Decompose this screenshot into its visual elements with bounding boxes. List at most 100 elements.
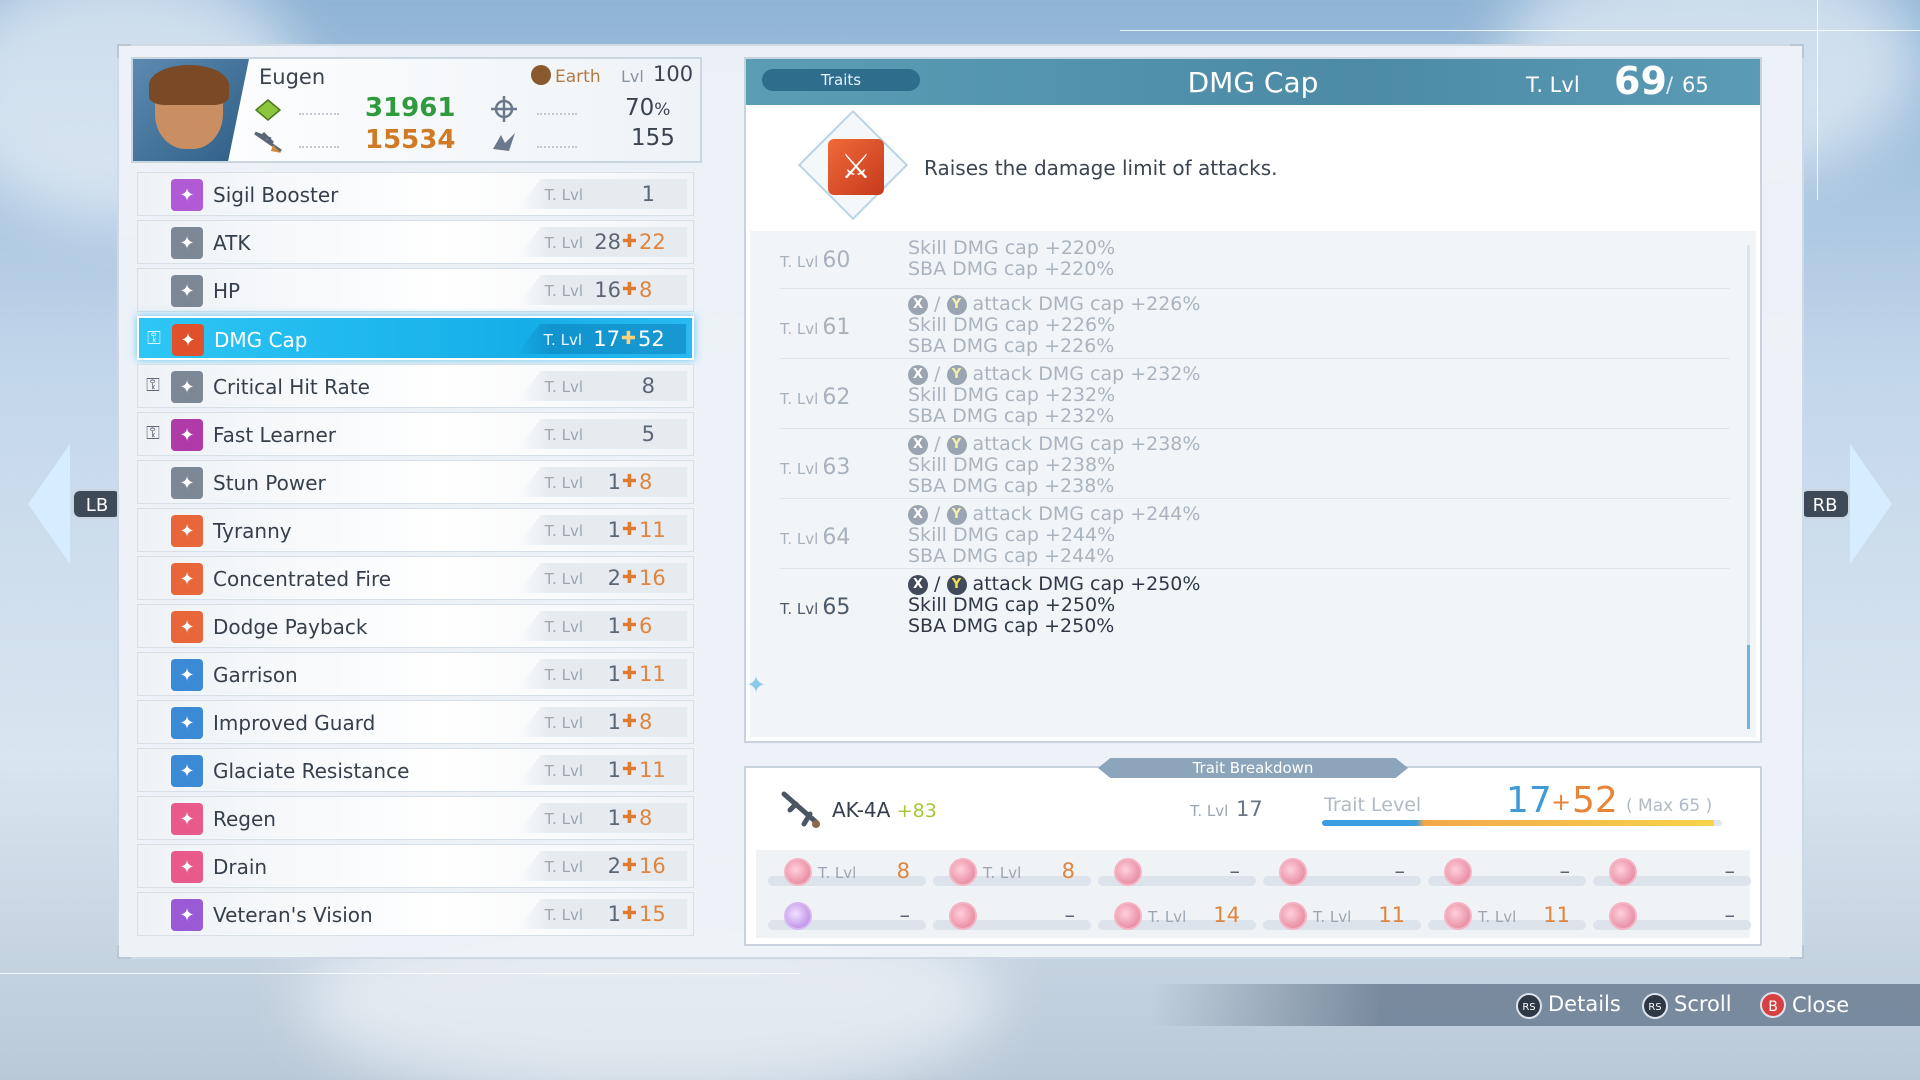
scrollbar-thumb[interactable] [1747,645,1750,729]
trait-level-plus-icon: ✚ [621,567,637,588]
sigil-icon [1609,902,1637,930]
scroll-label: Scroll [1674,992,1732,1016]
next-character-arrow[interactable] [1850,444,1892,564]
trait-level-bonus: 11 [639,518,666,542]
trait-row-tyranny[interactable]: ✦ Tyranny T. Lvl 1 ✚ 11 [137,508,694,552]
sigil-slot[interactable]: – [933,900,1091,934]
y-button-icon: Y [946,505,967,525]
level-label: T. Lvl 62 [780,385,850,410]
level-row-60: T. Lvl 60 Skill DMG cap +220% SBA DMG cap +… [780,233,1730,289]
level-effect-line: SBA DMG cap +238% [908,475,1115,497]
dmg-cap-large-icon: ⚔ [828,139,884,195]
sigil-slot[interactable]: – [1593,856,1751,890]
sigil-icon [1444,858,1472,886]
improved-guard-icon: ✦ [171,707,203,739]
trait-level-plus-icon: ✚ [621,231,637,252]
trait-level-plus-icon: ✚ [621,807,637,828]
sigil-booster-icon: ✦ [171,179,203,211]
trait-name: Sigil Booster [213,183,339,207]
level-row-64: T. Lvl 64 X / Y attack DMG cap +244% Skill … [780,499,1730,569]
x-button-icon: X [908,435,928,455]
trait-level-plus-icon: ✚ [621,759,637,780]
rifle-graphic [781,791,820,828]
close-action[interactable]: B Close [1760,992,1849,1018]
trait-row-veteran-s-vision[interactable]: ✦ Veteran's Vision T. Lvl 1 ✚ 15 [137,892,694,936]
button-attack-line: X / Y attack DMG cap +250% [908,573,1200,595]
trait-row-stun-power[interactable]: ✦ Stun Power T. Lvl 1 ✚ 8 [137,460,694,504]
trait-name: Stun Power [213,471,326,495]
level-effect-line: SBA DMG cap +244% [908,545,1115,567]
sigil-slot[interactable]: T. Lvl 11 [1263,900,1421,934]
sigil-icon [1609,858,1637,886]
trait-name: ATK [213,231,251,255]
previous-character-arrow[interactable] [28,444,70,564]
trait-level-box [517,419,687,449]
trait-level-label: T. Lvl [544,522,583,540]
trait-level-base: 1 [607,614,621,638]
sigil-slot[interactable]: – [768,900,926,934]
trait-level-base: 1 [607,758,621,782]
sigil-slot[interactable]: – [1098,856,1256,890]
trait-row-dmg-cap[interactable]: ⚿ ✦ DMG Cap T. Lvl 17 ✚ 52 [137,316,694,360]
lb-button[interactable]: LB [72,489,122,519]
sigil-tlvl-label: T. Lvl [818,864,857,882]
trait-row-fast-learner[interactable]: ⚿ ✦ Fast Learner T. Lvl 5 [137,412,694,456]
sigil-slot[interactable]: T. Lvl 11 [1428,900,1586,934]
attack-value: 15534 [365,125,456,155]
level-table-scrollbar[interactable] [1747,245,1750,729]
stun-power-icon: ✦ [171,467,203,499]
sigil-icon [1114,902,1142,930]
sigil-icon [949,902,977,930]
sigil-slot[interactable]: – [1263,856,1421,890]
trait-level-bonus: 6 [639,614,653,638]
trait-row-improved-guard[interactable]: ✦ Improved Guard T. Lvl 1 ✚ 8 [137,700,694,744]
trait-level-table[interactable]: ✦ T. Lvl 60 Skill DMG cap +220% SBA DMG cap… [746,231,1756,737]
trait-row-drain[interactable]: ✦ Drain T. Lvl 2 ✚ 16 [137,844,694,888]
trait-level-base: 1 [607,806,621,830]
x-button-icon: X [908,575,928,595]
trait-row-garrison[interactable]: ✦ Garrison T. Lvl 1 ✚ 11 [137,652,694,696]
trait-level-bonus: 8 [639,806,653,830]
trait-level-label: T. Lvl [544,426,583,444]
sigil-icon [784,858,812,886]
trait-row-hp[interactable]: ✦ HP T. Lvl 16 ✚ 8 [137,268,694,312]
trait-row-critical-hit-rate[interactable]: ⚿ ✦ Critical Hit Rate T. Lvl 8 [137,364,694,408]
rb-button[interactable]: RB [1800,489,1850,519]
crit-rate-unit: % [654,100,671,120]
trait-row-atk[interactable]: ✦ ATK T. Lvl 28 ✚ 22 [137,220,694,264]
stun-icon [493,133,515,151]
trait-level-bonus: 11 [639,758,666,782]
level-prefix: T. Lvl [780,530,819,548]
trait-level-label: T. Lvl [544,570,583,588]
trait-level-bonus: 16 [639,854,666,878]
button-attack-line: X / Y attack DMG cap +244% [908,503,1200,525]
trait-name: Drain [213,855,268,879]
scroll-action[interactable]: RS Scroll [1642,992,1732,1019]
trait-level-base: 1 [607,518,621,542]
trait-description: Raises the damage limit of attacks. [924,156,1278,180]
trait-row-concentrated-fire[interactable]: ✦ Concentrated Fire T. Lvl 2 ✚ 16 [137,556,694,600]
trait-row-regen[interactable]: ✦ Regen T. Lvl 1 ✚ 8 [137,796,694,840]
sigil-slot[interactable]: – [1428,856,1586,890]
sigil-slot[interactable]: – [1593,900,1751,934]
level-label: T. Lvl 63 [780,455,850,480]
weapon-tlvl-label: T. Lvl [1190,802,1229,820]
trait-row-glaciate-resistance[interactable]: ✦ Glaciate Resistance T. Lvl 1 ✚ 11 [137,748,694,792]
x-button-icon: X [908,505,928,525]
sigil-tlvl-value: 11 [1543,903,1570,927]
sigil-empty-value: – [1229,859,1241,883]
stat-dots [537,146,577,148]
close-label: Close [1792,993,1850,1017]
sigil-tlvl-label: T. Lvl [983,864,1022,882]
trait-level-label: T. Lvl [544,234,583,252]
panel-corner [117,44,131,58]
trait-row-sigil-booster[interactable]: ✦ Sigil Booster T. Lvl 1 [137,172,694,216]
details-action[interactable]: RS Details [1516,992,1621,1019]
sigil-slot[interactable]: T. Lvl 14 [1098,900,1256,934]
trait-level-plus-icon: ✚ [621,615,637,636]
trait-level-box [517,371,687,401]
trait-row-dodge-payback[interactable]: ✦ Dodge Payback T. Lvl 1 ✚ 6 [137,604,694,648]
sigil-slot[interactable]: T. Lvl 8 [768,856,926,890]
trait-level-plus-icon: ✚ [621,855,637,876]
sigil-slot[interactable]: T. Lvl 8 [933,856,1091,890]
